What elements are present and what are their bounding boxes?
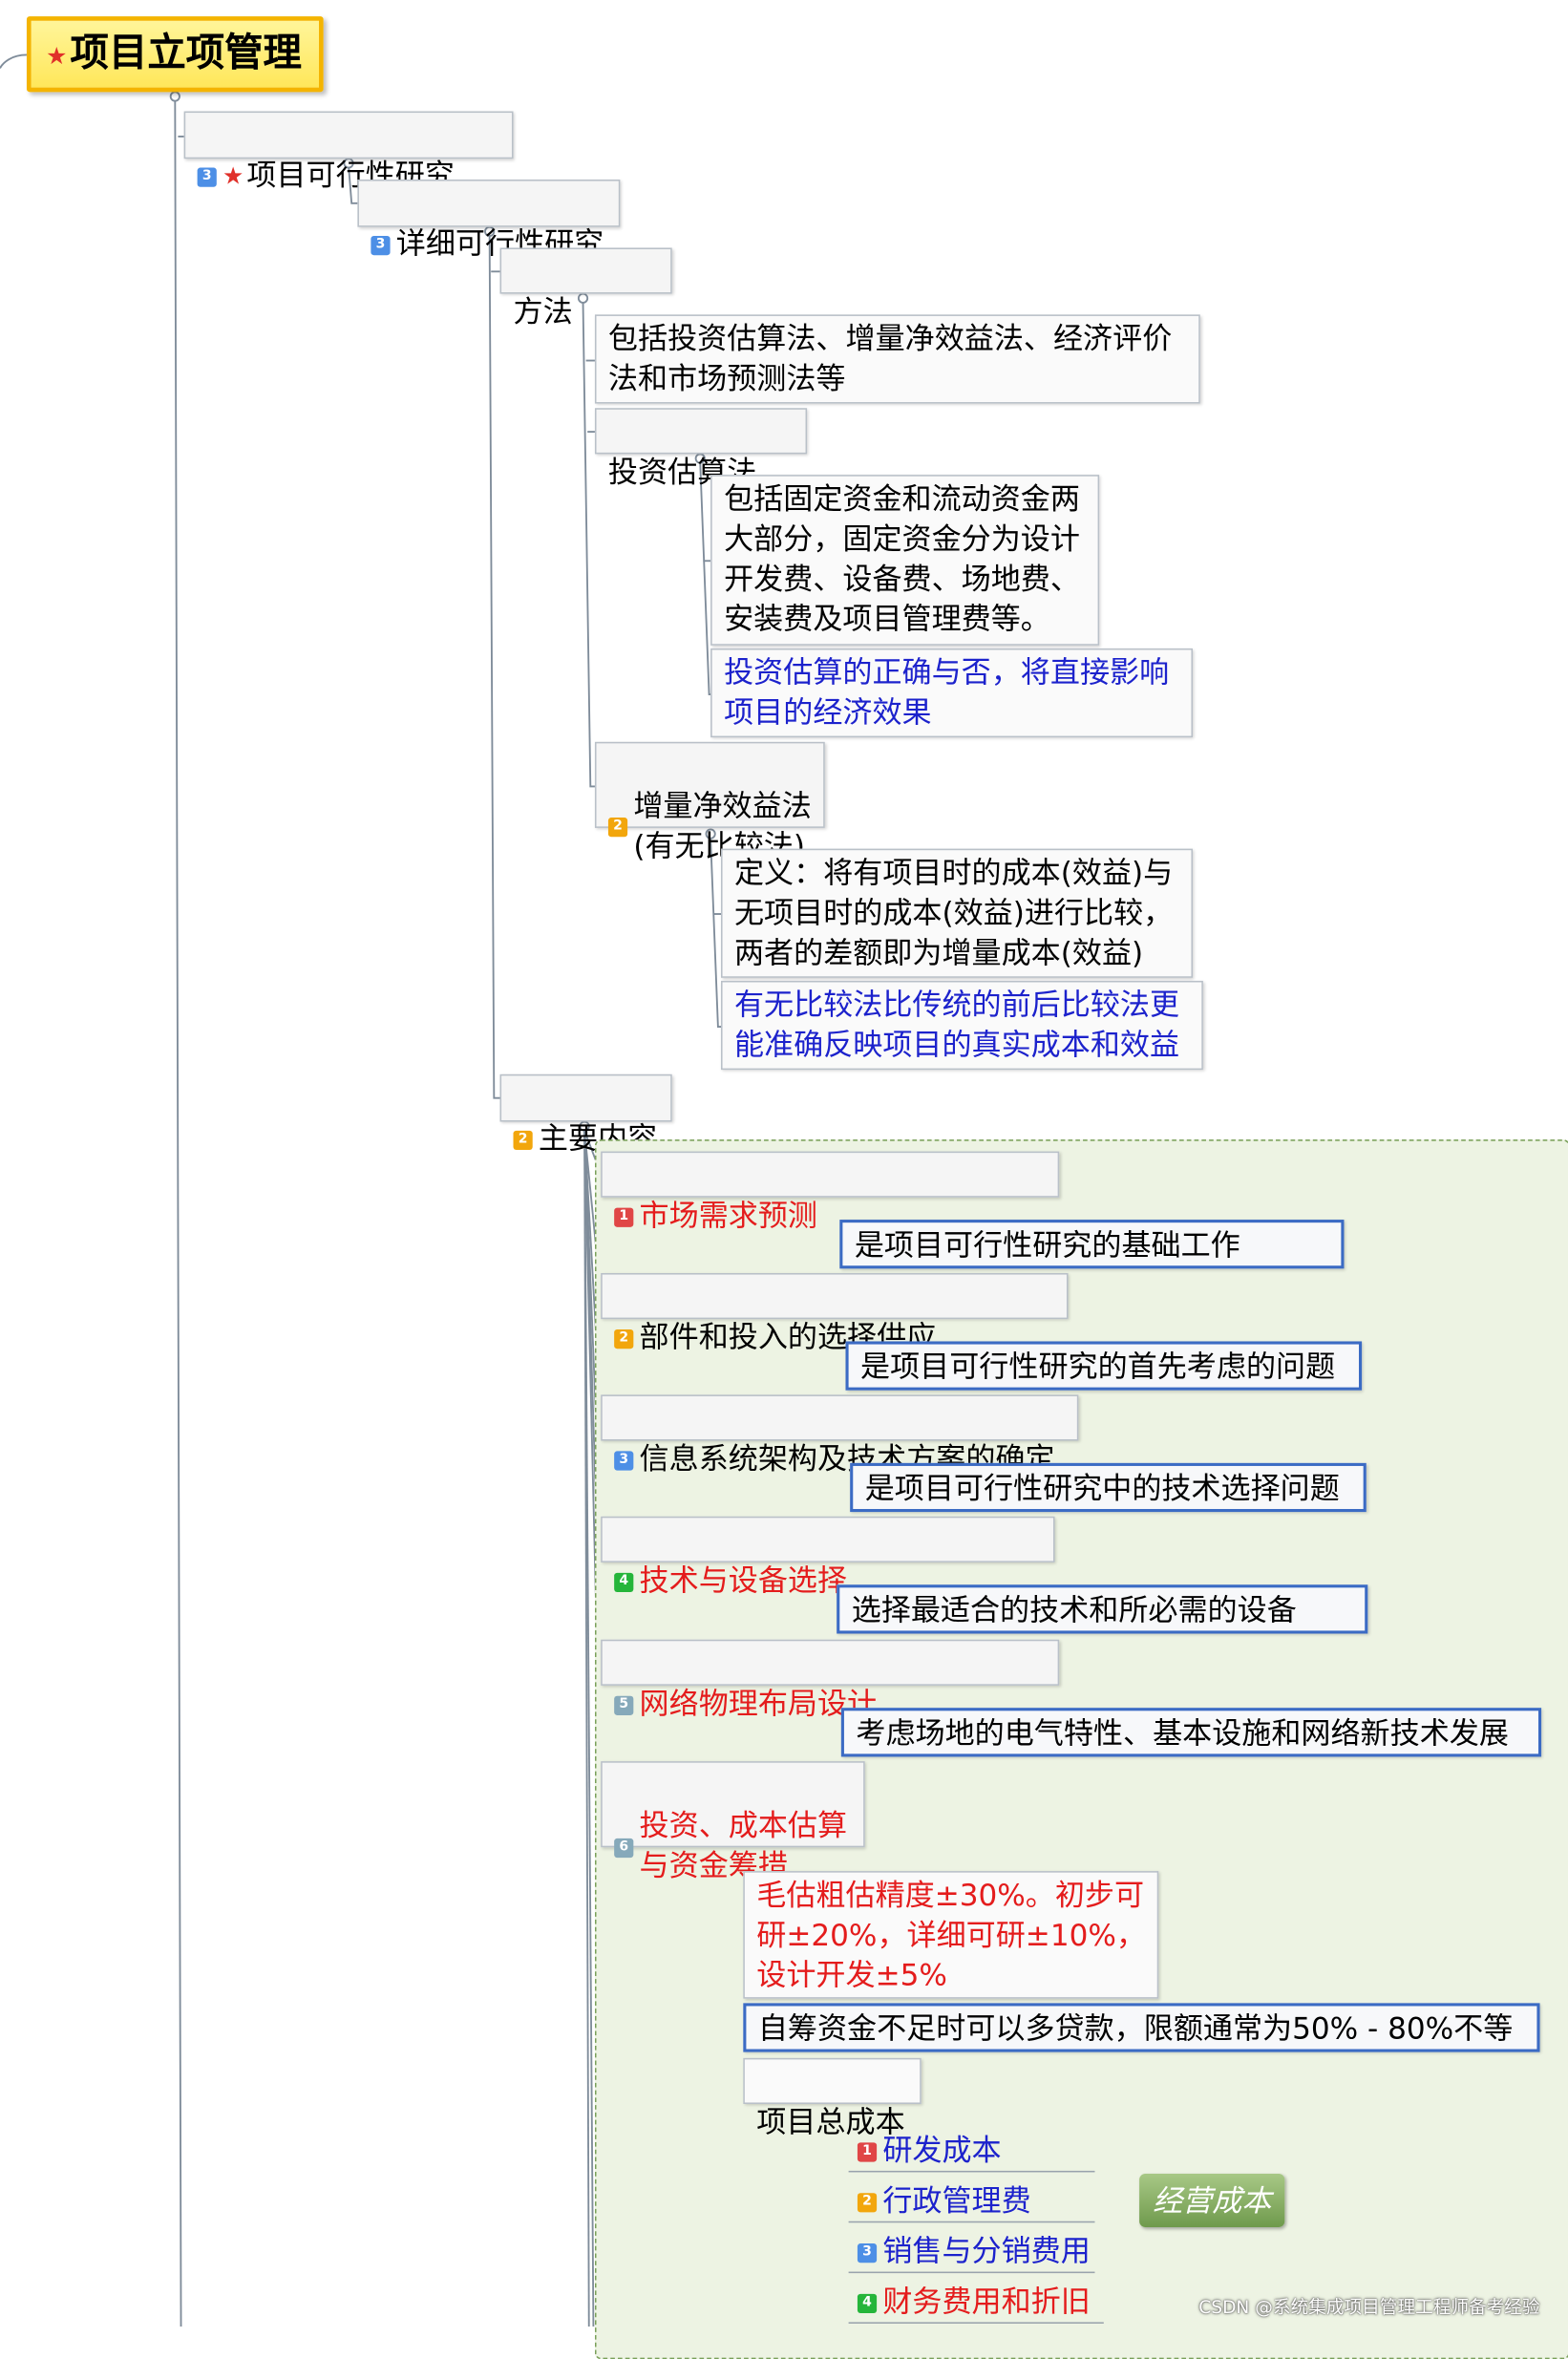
method-summary[interactable]: 包括投资估算法、增量净效益法、经济评价 法和市场预测法等: [594, 314, 1200, 404]
cost-item-admin[interactable]: 2 行政管理费: [848, 2178, 1095, 2223]
priority-badge: 2: [513, 1130, 533, 1151]
summary-operating-cost[interactable]: 经营成本: [1139, 2174, 1285, 2227]
cost-item-sales[interactable]: 3 销售与分销费用: [848, 2229, 1095, 2274]
investment-description[interactable]: 包括固定资金和流动资金两 大部分，固定资金分为设计 开发费、设备费、场地费、 安…: [710, 475, 1100, 646]
incremental-definition[interactable]: 定义：将有项目时的成本(效益)与 无项目时的成本(效益)进行比较， 两者的差额即…: [721, 848, 1194, 978]
topic-feasibility-study[interactable]: 3 ★ 项目可行性研究: [183, 111, 514, 193]
priority-badge: 2: [614, 1329, 634, 1350]
priority-badge: 2: [857, 2193, 878, 2213]
priority-badge: 4: [857, 2293, 878, 2314]
topic-detailed-feasibility-study[interactable]: 3 详细可行性研究: [357, 179, 621, 261]
content-item-detail[interactable]: 是项目可行性研究的首先考虑的问题: [845, 1341, 1363, 1391]
content-item-market-demand[interactable]: 1 市场需求预测: [601, 1151, 1060, 1233]
topic-main-content[interactable]: 2 主要内容: [499, 1073, 672, 1156]
content-item-tech-equipment[interactable]: 4 技术与设备选择: [601, 1516, 1055, 1598]
cost-item-rnd[interactable]: 1 研发成本: [848, 2128, 1095, 2173]
star-icon: ★: [222, 161, 244, 190]
content-item-detail[interactable]: 考虑场地的电气特性、基本设施和网络新技术发展: [840, 1708, 1542, 1757]
cost-item-finance[interactable]: 4 财务费用和折旧: [848, 2279, 1104, 2324]
priority-badge: 5: [614, 1695, 634, 1715]
investment-note[interactable]: 投资估算的正确与否，将直接影响 项目的经济效果: [710, 648, 1194, 738]
content-item-detail[interactable]: 是项目可行性研究中的技术选择问题: [850, 1462, 1367, 1513]
star-icon: ★: [46, 41, 68, 71]
estimation-accuracy[interactable]: 毛估粗估精度±30%。初步可 研±20%，详细可研±10%， 设计开发±5%: [743, 1871, 1159, 1999]
content-item-detail[interactable]: 是项目可行性研究的基础工作: [839, 1220, 1345, 1269]
priority-badge: 3: [197, 167, 217, 187]
watermark: CSDN @系统集成项目管理工程师备考经验: [1198, 2296, 1540, 2318]
priority-badge: 1: [614, 1207, 634, 1227]
content-item-investment-cost[interactable]: 6 投资、成本估算 与资金筹措: [601, 1761, 865, 1883]
priority-badge: 3: [857, 2243, 878, 2263]
content-item-detail[interactable]: 选择最适合的技术和所必需的设备: [837, 1584, 1368, 1634]
topic-investment-estimation[interactable]: 投资估算法: [594, 408, 808, 490]
topic-method[interactable]: 方法: [499, 247, 672, 329]
priority-badge: 1: [857, 2142, 878, 2162]
priority-badge: 4: [614, 1572, 634, 1593]
priority-badge: 3: [614, 1451, 634, 1471]
priority-badge: 3: [371, 236, 391, 256]
topic-incremental-net-benefit[interactable]: 2 增量净效益法 (有无比较法): [594, 741, 825, 863]
content-item-components-supply[interactable]: 2 部件和投入的选择供应: [601, 1272, 1069, 1354]
priority-badge: 2: [607, 818, 628, 838]
topic-total-project-cost[interactable]: 项目总成本: [743, 2057, 922, 2139]
content-item-network-layout[interactable]: 5 网络物理布局设计: [601, 1639, 1060, 1721]
content-item-architecture[interactable]: 3 信息系统架构及技术方案的确定: [601, 1394, 1079, 1477]
self-funding-note[interactable]: 自筹资金不足时可以多贷款，限额通常为50% - 80%不等: [743, 2003, 1540, 2052]
priority-badge: 6: [614, 1838, 634, 1859]
mind-map-canvas: ★ 项目立项管理 3 ★ 项目可行性研究 3 详细可行性研究 方法 包括投资估算法、增量…: [0, 0, 1568, 2359]
incremental-note[interactable]: 有无比较法比传统的前后比较法更 能准确反映项目的真实成本和效益: [721, 980, 1203, 1071]
root-topic[interactable]: ★ 项目立项管理: [26, 16, 324, 93]
